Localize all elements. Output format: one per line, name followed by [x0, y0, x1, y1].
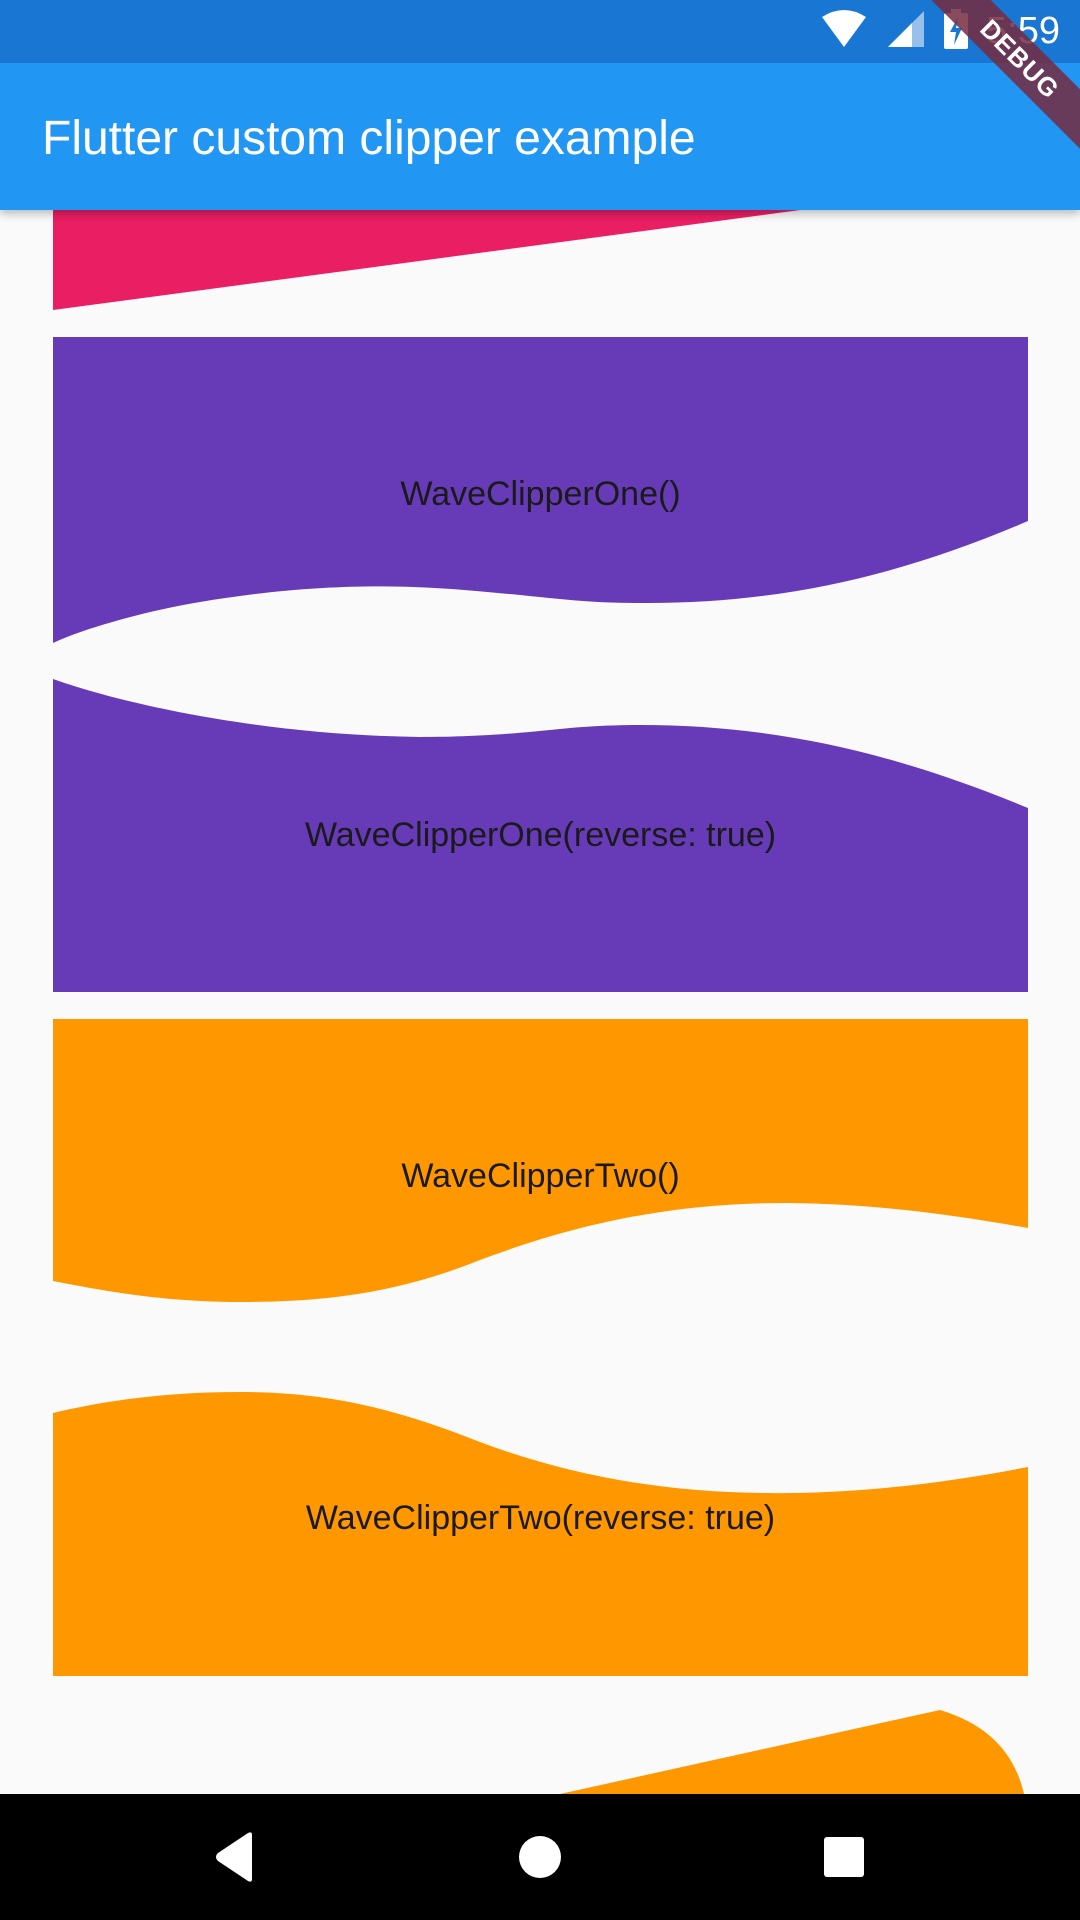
status-bar: 5:59: [0, 0, 1080, 63]
status-time: 5:59: [986, 10, 1060, 52]
recents-icon: [824, 1837, 864, 1877]
clipper-list[interactable]: WaveClipperOne() WaveClipperOne(reverse:…: [0, 210, 1080, 1794]
home-button[interactable]: [480, 1794, 600, 1920]
wifi-icon: [820, 9, 868, 54]
clipper-shape-partial: [560, 1710, 1024, 1794]
clipper-label-wave-one: WaveClipperOne(): [400, 475, 681, 513]
clipper-label-wave-two-reverse: WaveClipperTwo(reverse: true): [305, 1499, 776, 1537]
clipper-label-wave-one-reverse: WaveClipperOne(reverse: true): [304, 816, 777, 854]
back-button[interactable]: [176, 1794, 296, 1920]
navigation-bar: [0, 1794, 1080, 1920]
page-title: Flutter custom clipper example: [42, 112, 696, 165]
home-icon: [519, 1836, 561, 1878]
clipper-shapes: [53, 210, 1028, 1794]
signal-icon: [886, 9, 926, 54]
battery-charging-icon: [944, 9, 969, 54]
clipper-shape-diagonal: [53, 210, 800, 310]
recents-button[interactable]: [784, 1794, 904, 1920]
app-bar: Flutter custom clipper example: [0, 63, 1080, 210]
clipper-label-wave-two: WaveClipperTwo(): [401, 1157, 680, 1195]
back-icon: [216, 1832, 252, 1882]
